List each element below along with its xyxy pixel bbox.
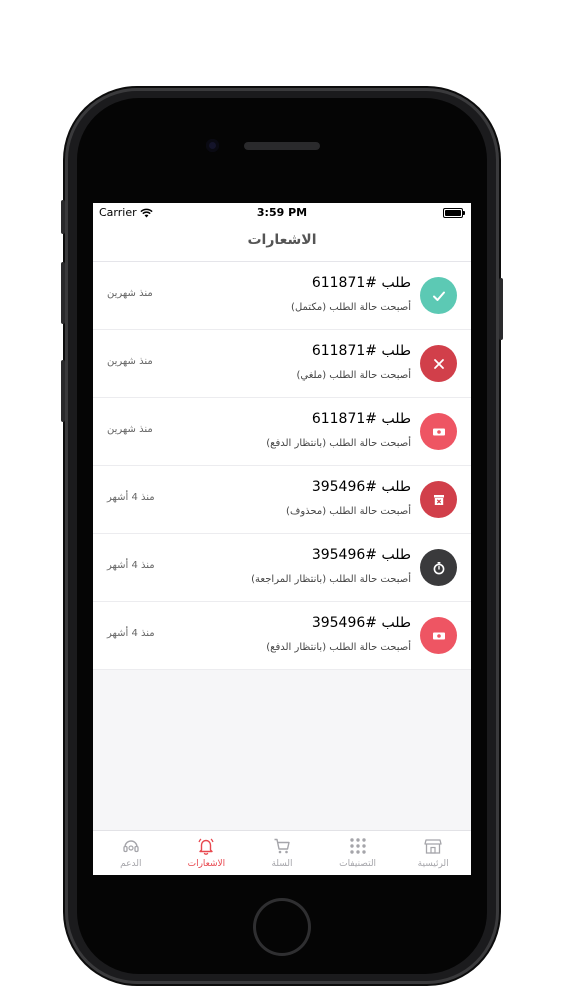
app-screen: Carrier 3:59 PM الاشعارات طلب #611871 أص… — [93, 203, 471, 875]
notification-time: منذ 4 أشهر — [107, 560, 155, 571]
store-icon — [424, 839, 442, 854]
tab-cart[interactable]: السلة — [244, 831, 320, 875]
nav-bar: الاشعارات — [93, 223, 471, 262]
money-icon — [432, 428, 445, 435]
status-time: 3:59 PM — [256, 206, 308, 219]
notification-time: منذ شهرين — [107, 356, 153, 367]
tab-label: الدعم — [120, 859, 142, 869]
stopwatch-icon — [433, 561, 444, 574]
notification-time: منذ 4 أشهر — [107, 492, 155, 503]
tab-label: الاشعارات — [187, 859, 226, 869]
front-camera — [206, 139, 219, 152]
notification-time: منذ 4 أشهر — [107, 628, 155, 639]
tab-label: الرئيسية — [417, 859, 449, 869]
volume-up-button — [61, 262, 65, 324]
tab-support[interactable]: الدعم — [93, 831, 169, 875]
page-title: الاشعارات — [247, 232, 317, 248]
deleted-box-icon — [433, 494, 444, 505]
notification-subtitle: أصبحت حالة الطلب (بانتظار المراجعة) — [251, 574, 411, 585]
status-badge — [420, 549, 457, 586]
battery-icon — [443, 208, 465, 218]
tab-bar: الدعم الاشعارات السلة التصنيفات الرئيسية — [93, 830, 471, 875]
notification-subtitle: أصبحت حالة الطلب (بانتظار الدفع) — [266, 642, 411, 653]
notification-row[interactable]: طلب #611871 أصبحت حالة الطلب (مكتمل) منذ… — [93, 262, 471, 330]
tab-home[interactable]: الرئيسية — [395, 831, 471, 875]
headset-icon — [123, 840, 139, 853]
notification-title: طلب #611871 — [311, 343, 411, 359]
close-icon — [433, 358, 444, 369]
tab-notifications[interactable]: الاشعارات — [169, 831, 245, 875]
notification-subtitle: أصبحت حالة الطلب (بانتظار الدفع) — [266, 438, 411, 449]
notification-title: طلب #611871 — [311, 275, 411, 291]
grid-icon — [349, 838, 366, 854]
notification-subtitle: أصبحت حالة الطلب (مكتمل) — [291, 302, 411, 313]
status-badge — [420, 617, 457, 654]
notification-time: منذ شهرين — [107, 288, 153, 299]
mute-switch — [61, 200, 65, 234]
notification-list: طلب #611871 أصبحت حالة الطلب (مكتمل) منذ… — [93, 262, 471, 670]
notification-subtitle: أصبحت حالة الطلب (محذوف) — [286, 506, 411, 517]
bell-icon — [198, 838, 214, 855]
status-bar: Carrier 3:59 PM — [93, 203, 471, 223]
status-badge — [420, 481, 457, 518]
notification-title: طلب #395496 — [311, 479, 411, 495]
tab-label: التصنيفات — [339, 859, 377, 869]
power-button — [499, 278, 503, 340]
notification-title: طلب #395496 — [311, 547, 411, 563]
notification-row[interactable]: طلب #611871 أصبحت حالة الطلب (ملغي) منذ … — [93, 330, 471, 398]
notification-subtitle: أصبحت حالة الطلب (ملغي) — [296, 370, 411, 381]
notification-time: منذ شهرين — [107, 424, 153, 435]
notification-row[interactable]: طلب #395496 أصبحت حالة الطلب (بانتظار ال… — [93, 602, 471, 670]
notification-row[interactable]: طلب #395496 أصبحت حالة الطلب (بانتظار ال… — [93, 534, 471, 602]
tab-label: السلة — [271, 859, 293, 869]
notification-title: طلب #395496 — [311, 615, 411, 631]
tab-categories[interactable]: التصنيفات — [320, 831, 396, 875]
cart-icon — [274, 838, 290, 854]
status-badge — [420, 345, 457, 382]
check-icon — [432, 291, 445, 301]
status-badge — [420, 277, 457, 314]
home-button[interactable] — [253, 898, 311, 956]
status-badge — [420, 413, 457, 450]
notification-row[interactable]: طلب #395496 أصبحت حالة الطلب (محذوف) منذ… — [93, 466, 471, 534]
money-icon — [432, 632, 445, 639]
earpiece-speaker — [244, 142, 320, 150]
notification-title: طلب #611871 — [311, 411, 411, 427]
volume-down-button — [61, 360, 65, 422]
notification-row[interactable]: طلب #611871 أصبحت حالة الطلب (بانتظار ال… — [93, 398, 471, 466]
